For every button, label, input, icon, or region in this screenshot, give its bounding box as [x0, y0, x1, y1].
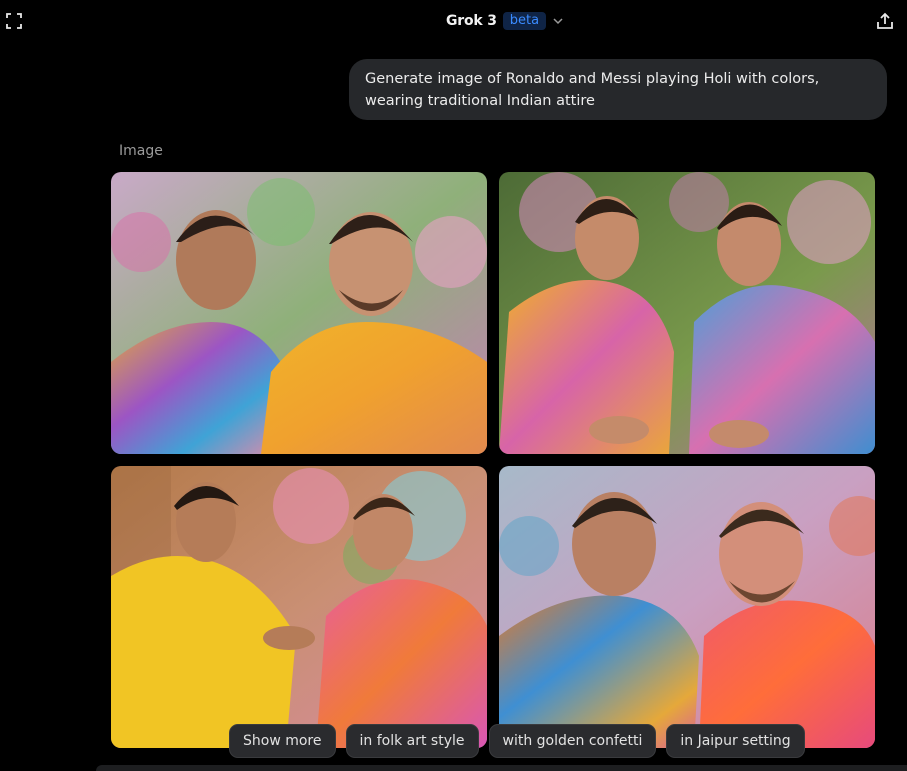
generated-image-1[interactable]: [111, 172, 487, 454]
generated-image-2[interactable]: [499, 172, 875, 454]
image-grid: [111, 172, 876, 748]
top-bar: Grok 3 beta: [0, 0, 907, 44]
response-image-label: Image: [119, 143, 163, 159]
chevron-down-icon: [553, 18, 563, 25]
share-button[interactable]: [875, 11, 895, 31]
beta-badge: beta: [502, 12, 547, 30]
suggestion-jaipur-setting[interactable]: in Jaipur setting: [666, 724, 805, 758]
suggestion-show-more[interactable]: Show more: [229, 724, 336, 758]
composer-edge: [96, 765, 907, 771]
generated-image-4[interactable]: [499, 466, 875, 748]
user-message-bubble: Generate image of Ronaldo and Messi play…: [349, 59, 887, 120]
expand-button[interactable]: [4, 11, 24, 31]
suggestion-folk-art-style[interactable]: in folk art style: [345, 724, 479, 758]
suggestion-chips: Show more in folk art style with golden …: [229, 724, 805, 758]
expand-icon: [6, 13, 22, 29]
model-picker[interactable]: Grok 3 beta: [446, 9, 564, 33]
share-icon: [877, 12, 893, 29]
generated-image-3[interactable]: [111, 466, 487, 748]
suggestion-golden-confetti[interactable]: with golden confetti: [488, 724, 657, 758]
user-message-text: Generate image of Ronaldo and Messi play…: [365, 71, 820, 109]
model-name: Grok 3: [446, 13, 497, 29]
